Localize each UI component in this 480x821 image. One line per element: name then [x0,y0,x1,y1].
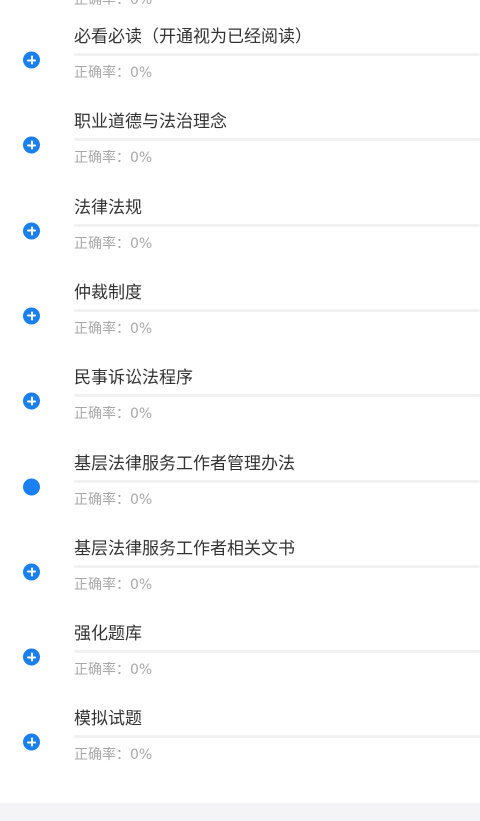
chapter-item[interactable]: 仲裁制度正确率：0% [0,274,480,359]
accuracy-text: 正确率：0% [74,65,153,81]
progress-bar [74,650,480,654]
chapter-title[interactable]: 必看必读（开通视为已经阅读） [74,26,312,48]
accuracy-text: 正确率：0% [74,320,153,337]
chapter-title[interactable]: 模拟试题 [74,708,142,730]
progress-bar [74,394,480,398]
plus-circle-icon[interactable] [23,222,40,240]
accuracy-text: 正确率：0% [74,406,153,423]
chapter-title[interactable]: 法律法规 [74,197,142,219]
chapter-item[interactable]: 模拟试题正确率：0% [0,700,480,785]
accuracy-text: 正确率：0% [74,491,153,508]
progress-bar [74,138,480,142]
plus-circle-icon[interactable] [23,563,40,581]
progress-bar [74,223,480,227]
chapter-title[interactable]: 强化题库 [74,623,142,645]
accuracy-text: 正确率：0% [74,235,153,252]
plus-circle-icon[interactable] [23,392,40,410]
chapter-title[interactable]: 基层法律服务工作者相关文书 [74,538,295,560]
progress-bar [74,479,480,483]
progress-bar [74,564,480,568]
accuracy-text: 正确率：0% [74,662,153,679]
bottom-bar [0,803,480,821]
chapter-item[interactable]: 法律法规正确率：0% [0,189,480,274]
progress-bar [74,735,480,739]
plus-circle-icon[interactable] [23,51,40,69]
chapter-item[interactable]: 强化题库正确率：0% [0,615,480,700]
accuracy-text: 正确率：0% [74,576,153,593]
chapter-title[interactable]: 民事诉讼法程序 [74,367,193,389]
plus-circle-icon[interactable] [23,648,40,666]
chapter-title[interactable]: 基层法律服务工作者管理办法 [74,453,295,475]
chapter-item[interactable]: 民事诉讼法程序正确率：0% [0,359,480,444]
progress-bar [74,53,480,56]
chapter-title[interactable]: 仲裁制度 [74,282,142,304]
plus-circle-icon[interactable] [23,733,40,751]
previous-item-accuracy: 正确率：0% [74,0,153,8]
plus-circle-icon[interactable] [23,307,40,325]
accuracy-text: 正确率：0% [74,150,153,167]
chapter-list-page: 正确率：0% 必看必读（开通视为已经阅读） 正确率：0% 职业道德与法治理念 正确率：… [0,0,480,821]
chapter-title[interactable]: 职业道德与法治理念 [74,111,227,133]
progress-bar [74,308,480,312]
chapter-item[interactable]: 基层法律服务工作者管理办法正确率：0% [0,445,480,530]
filled-circle-icon[interactable] [23,478,40,495]
plus-circle-icon[interactable] [23,136,40,154]
chapter-item[interactable]: 基层法律服务工作者相关文书正确率：0% [0,530,480,615]
chapter-item[interactable]: 必看必读（开通视为已经阅读） 正确率：0% [0,18,480,103]
chapter-item[interactable]: 职业道德与法治理念正确率：0% [0,103,480,188]
accuracy-text: 正确率：0% [74,747,153,764]
